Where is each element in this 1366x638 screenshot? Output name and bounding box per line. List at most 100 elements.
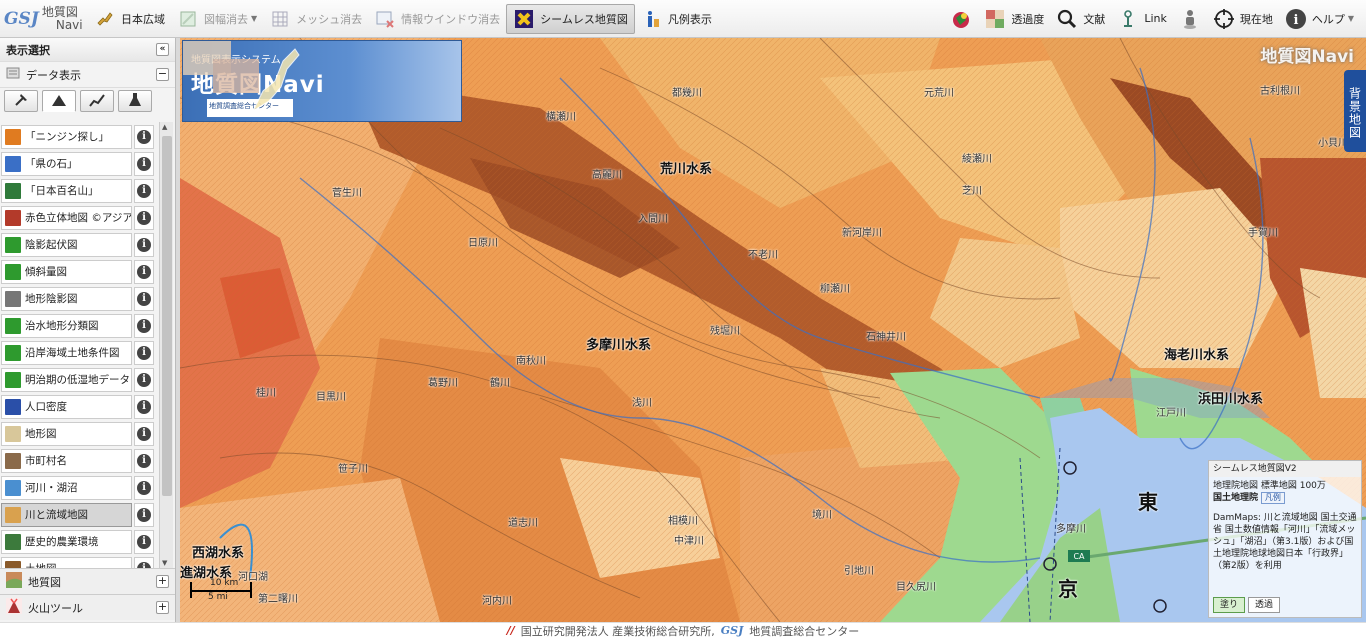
- layer-toggle[interactable]: 地形図: [1, 421, 132, 446]
- link-button[interactable]: Link: [1111, 4, 1173, 34]
- scroll-up-icon[interactable]: ▲: [162, 123, 167, 131]
- layer-info-button[interactable]: i: [134, 232, 154, 257]
- layer-toggle[interactable]: 土地図: [1, 556, 132, 568]
- current-location-button[interactable]: 現在地: [1207, 4, 1279, 34]
- attribution-line1: 地理院地図 標準地図 100万: [1213, 481, 1326, 491]
- tab-flask[interactable]: [118, 90, 152, 112]
- sidebar-layer-item[interactable]: 「ニンジン探し」 i: [1, 124, 158, 149]
- sidebar-layer-item[interactable]: 川と流域地図 i: [1, 502, 158, 527]
- layer-toggle[interactable]: 治水地形分類図: [1, 313, 132, 338]
- sidebar-layer-item[interactable]: 市町村名 i: [1, 448, 158, 473]
- transparent-mode-button[interactable]: 透過: [1248, 597, 1281, 613]
- data-display-section[interactable]: データ表示 −: [0, 62, 175, 88]
- tab-mountain[interactable]: [42, 90, 76, 112]
- layer-toggle[interactable]: 地形陰影図: [1, 286, 132, 311]
- layer-info-button[interactable]: i: [134, 313, 154, 338]
- street-view-person-icon: [1179, 8, 1201, 30]
- layer-info-button[interactable]: i: [134, 259, 154, 284]
- layer-toggle[interactable]: 市町村名: [1, 448, 132, 473]
- map-label: 目久尻川: [896, 582, 936, 593]
- layer-info-button[interactable]: i: [134, 421, 154, 446]
- sidebar-layer-item[interactable]: 人口密度 i: [1, 394, 158, 419]
- layer-toggle[interactable]: 赤色立体地図 ©アジア航測: [1, 205, 132, 230]
- attribution-legend-button[interactable]: 凡例: [1260, 492, 1285, 504]
- layer-info-button[interactable]: i: [134, 367, 154, 392]
- expand-volcano-button[interactable]: +: [156, 601, 169, 614]
- sidebar-layer-item[interactable]: 「日本百名山」 i: [1, 178, 158, 203]
- sidebar-layer-item[interactable]: 治水地形分類図 i: [1, 313, 158, 338]
- info-icon: i: [137, 291, 151, 306]
- scale-km-label: 10 km: [210, 578, 239, 588]
- layer-info-button[interactable]: i: [134, 178, 154, 203]
- japan-region-button[interactable]: 日本広域: [88, 4, 171, 34]
- layer-info-button[interactable]: i: [134, 475, 154, 500]
- literature-button[interactable]: 文献: [1050, 4, 1111, 34]
- layer-list-scrollbar[interactable]: ▲ ▼: [159, 122, 173, 568]
- layer-toggle[interactable]: 沿岸海域土地条件図: [1, 340, 132, 365]
- clear-sheet-button[interactable]: 図幅消去 ▼: [171, 4, 263, 34]
- layer-toggle[interactable]: 陰影起伏図: [1, 232, 132, 257]
- sidebar-layer-item[interactable]: 土地図 i: [1, 556, 158, 568]
- layer-toggle[interactable]: 河川・湖沼: [1, 475, 132, 500]
- layer-toggle[interactable]: 人口密度: [1, 394, 132, 419]
- map-label: 高麗川: [592, 170, 622, 181]
- show-legend-button[interactable]: 凡例表示: [635, 4, 718, 34]
- collapse-section-button[interactable]: −: [156, 68, 169, 81]
- layer-info-button[interactable]: i: [134, 340, 154, 365]
- sidebar-layer-item[interactable]: 地形図 i: [1, 421, 158, 446]
- overlay-button[interactable]: [944, 4, 978, 34]
- layer-info-button[interactable]: i: [134, 556, 154, 568]
- collapse-sidebar-button[interactable]: «: [156, 43, 169, 56]
- layer-info-button[interactable]: i: [134, 286, 154, 311]
- sidebar-layer-item[interactable]: 陰影起伏図 i: [1, 232, 158, 257]
- help-button[interactable]: i ヘルプ ▼: [1279, 4, 1360, 34]
- layer-info-button[interactable]: i: [134, 394, 154, 419]
- transparency-button[interactable]: 透過度: [978, 4, 1050, 34]
- gsj-logo-mark: GSJ: [4, 8, 39, 29]
- layer-info-button[interactable]: i: [134, 124, 154, 149]
- info-icon: i: [137, 453, 151, 468]
- fill-mode-button[interactable]: 塗り: [1213, 597, 1246, 613]
- layer-toggle[interactable]: 傾斜量図: [1, 259, 132, 284]
- tab-graph[interactable]: [80, 90, 114, 112]
- layer-info-button[interactable]: i: [134, 529, 154, 554]
- map-label: 江戸川: [1156, 408, 1186, 419]
- clear-infowindow-button[interactable]: 情報ウインドウ消去: [368, 4, 506, 34]
- corner-watermark-title: 地質図Navi: [1260, 47, 1354, 67]
- tab-hammer[interactable]: [4, 90, 38, 112]
- layer-info-button[interactable]: i: [134, 502, 154, 527]
- scroll-down-icon[interactable]: ▼: [162, 559, 167, 567]
- sidebar-layer-item[interactable]: 地形陰影図 i: [1, 286, 158, 311]
- sidebar-layer-item[interactable]: 沿岸海域土地条件図 i: [1, 340, 158, 365]
- footer-gsj-mark: GSJ: [720, 624, 744, 637]
- app-logo[interactable]: GSJ 地質図 Navi: [0, 0, 88, 38]
- sidebar-layer-item[interactable]: 赤色立体地図 ©アジア航測 i: [1, 205, 158, 230]
- street-view-button[interactable]: [1173, 4, 1207, 34]
- map-canvas[interactable]: CA 荒川水系 多摩川水系 海老川水系 浜田川水系 西湖水系 進湖水系東京多摩川 南秋川 浅川…: [180, 38, 1366, 622]
- layer-toggle[interactable]: 川と流域地図: [1, 502, 132, 527]
- chevron-down-icon[interactable]: ▼: [1348, 14, 1354, 23]
- layer-info-button[interactable]: i: [134, 151, 154, 176]
- background-map-tab[interactable]: 背景地図: [1344, 70, 1366, 152]
- clear-mesh-button[interactable]: メッシュ消去: [263, 4, 368, 34]
- layer-info-button[interactable]: i: [134, 448, 154, 473]
- clear-infowindow-icon: [374, 8, 396, 30]
- scrollbar-thumb[interactable]: [162, 136, 172, 496]
- seamless-geomap-button[interactable]: シームレス地質図: [506, 3, 635, 34]
- map-label: 京: [1058, 577, 1078, 601]
- layer-toggle[interactable]: 「県の石」: [1, 151, 132, 176]
- chevron-down-icon[interactable]: ▼: [251, 14, 257, 23]
- volcano-tool-section[interactable]: 火山ツール +: [0, 594, 175, 620]
- expand-geology-button[interactable]: +: [156, 575, 169, 588]
- sidebar-layer-item[interactable]: 河川・湖沼 i: [1, 475, 158, 500]
- layer-info-button[interactable]: i: [134, 205, 154, 230]
- layer-toggle[interactable]: 歴史的農業環境: [1, 529, 132, 554]
- sidebar-layer-item[interactable]: 歴史的農業環境 i: [1, 529, 158, 554]
- layer-toggle[interactable]: 「日本百名山」: [1, 178, 132, 203]
- layer-toggle[interactable]: 明治期の低湿地データ: [1, 367, 132, 392]
- geology-section[interactable]: 地質図 +: [0, 568, 175, 594]
- layer-toggle[interactable]: 「ニンジン探し」: [1, 124, 132, 149]
- sidebar-layer-item[interactable]: 「県の石」 i: [1, 151, 158, 176]
- sidebar-layer-item[interactable]: 傾斜量図 i: [1, 259, 158, 284]
- sidebar-layer-item[interactable]: 明治期の低湿地データ i: [1, 367, 158, 392]
